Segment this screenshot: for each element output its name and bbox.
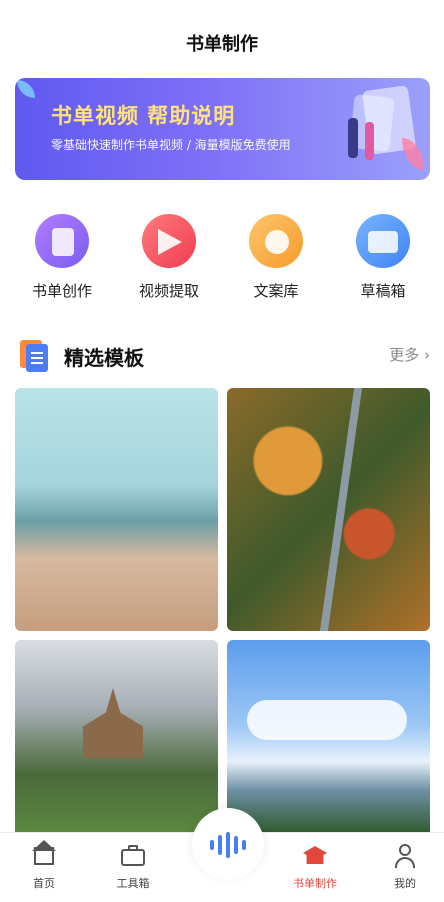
voice-button[interactable] [192,808,264,880]
tab-label: 书单制作 [293,877,337,890]
tab-toolbox[interactable]: 工具箱 [98,843,168,891]
tool-book-create[interactable]: 书单创作 [17,214,107,301]
tool-label: 文案库 [253,282,299,300]
drafts-icon [356,214,410,268]
tool-video-extract[interactable]: 视频提取 [124,214,214,301]
help-banner[interactable]: 书单视频 帮助说明 零基础快速制作书单视频 / 海量模版免费使用 [15,78,430,180]
banner-subtitle: 零基础快速制作书单视频 / 海量模版免费使用 [51,138,291,152]
video-extract-icon [142,214,196,268]
featured-templates-header: 精选模板 更多 › [20,338,430,372]
chevron-right-icon: › [424,346,430,364]
section-title: 精选模板 [64,346,144,370]
tool-label: 视频提取 [138,282,199,300]
tool-shortcuts: 书单创作 视频提取 文案库 草稿箱 [0,214,444,304]
more-link[interactable]: 更多 › [389,344,430,365]
tool-copy-library[interactable]: 文案库 [231,214,321,301]
tool-label: 书单创作 [31,282,92,300]
tab-book-make[interactable]: 书单制作 [280,843,350,891]
tab-label: 我的 [394,877,416,890]
tab-label: 工具箱 [116,877,150,890]
user-icon [392,843,418,869]
leaf-decoration [402,138,424,170]
copy-library-icon [249,214,303,268]
tool-drafts[interactable]: 草稿箱 [338,214,428,301]
voice-wave-icon [210,832,246,858]
book-create-icon [35,214,89,268]
page-title: 书单制作 [186,34,258,55]
tab-home[interactable]: 首页 [9,840,79,891]
template-card-autumn-forest[interactable] [227,388,430,631]
person-illustration [348,118,358,158]
tab-mine[interactable]: 我的 [370,843,440,891]
app-screen: 书单制作 书单视频 帮助说明 零基础快速制作书单视频 / 海量模版免费使用 书单… [0,0,444,902]
graduation-cap-icon [302,843,328,869]
tab-label: 首页 [33,877,55,890]
toolbox-icon [120,843,146,869]
leaf-decoration [17,80,35,98]
banner-headline: 书单视频 帮助说明 [51,104,236,128]
home-icon [31,840,57,869]
more-label: 更多 [389,346,420,364]
template-card-beach[interactable] [15,388,218,631]
person-illustration [365,122,374,160]
tool-label: 草稿箱 [360,282,406,300]
document-icon [20,340,48,372]
